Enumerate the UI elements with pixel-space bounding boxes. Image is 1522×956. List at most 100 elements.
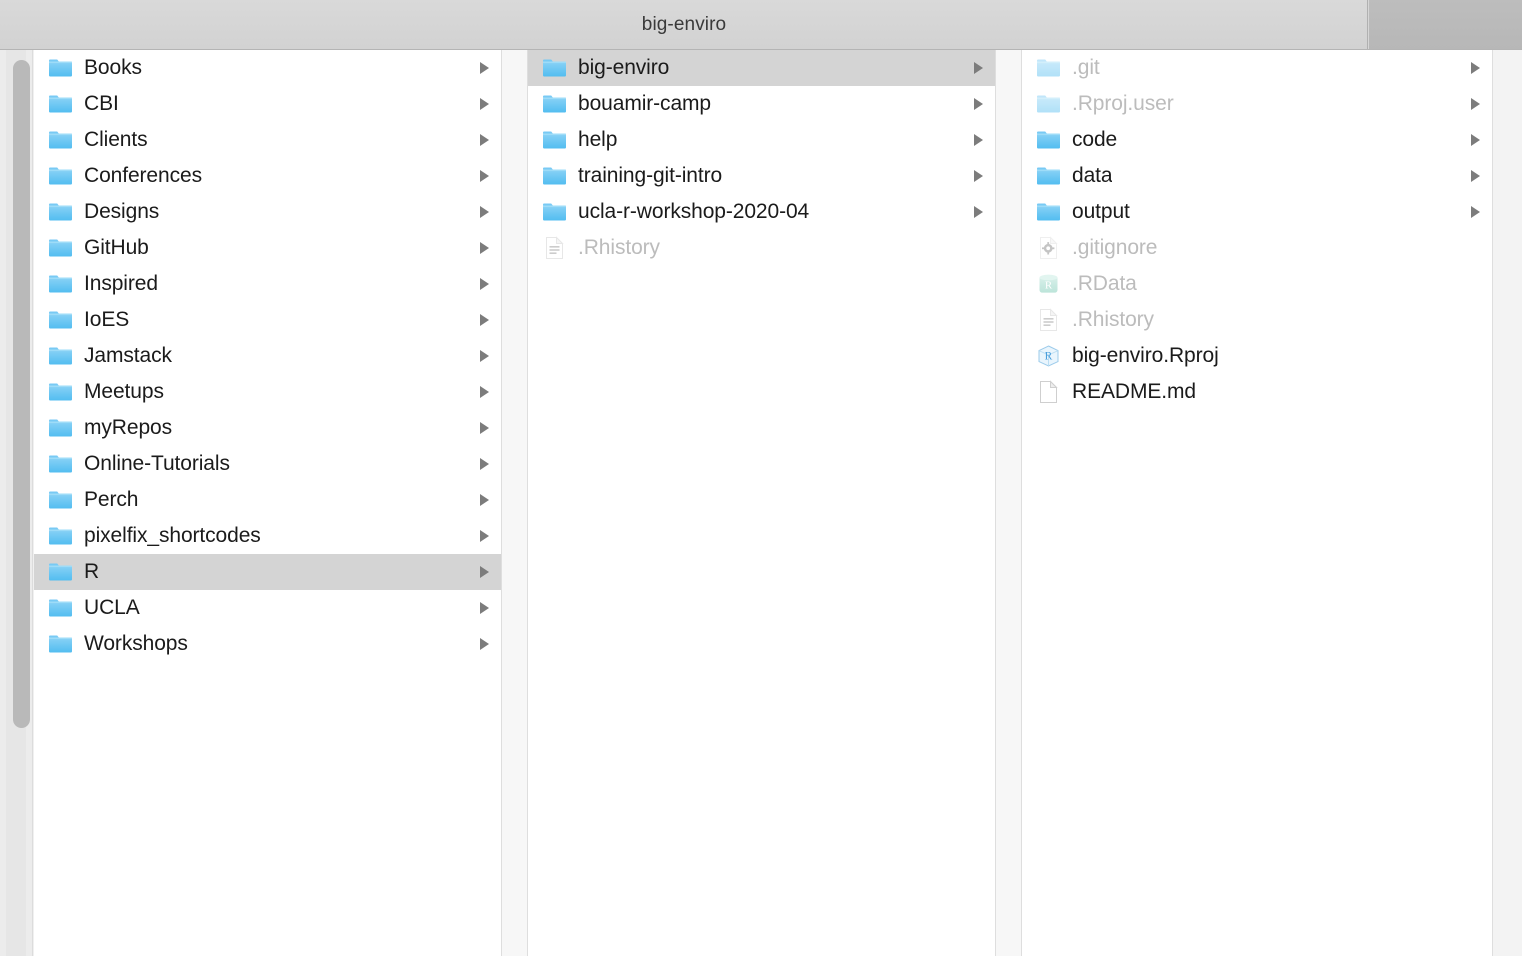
- folder-row[interactable]: pixelfix_shortcodes: [34, 518, 501, 554]
- folder-icon: [542, 200, 567, 224]
- folder-icon: [48, 128, 73, 152]
- folder-row[interactable]: Designs: [34, 194, 501, 230]
- disclosure-triangle-icon[interactable]: [480, 242, 489, 254]
- disclosure-triangle-icon[interactable]: [480, 134, 489, 146]
- column-divider-2[interactable]: [995, 50, 1022, 956]
- disclosure-triangle-icon[interactable]: [480, 638, 489, 650]
- item-label: .Rhistory: [1072, 308, 1154, 331]
- folder-row[interactable]: IoES: [34, 302, 501, 338]
- disclosure-triangle-icon[interactable]: [974, 98, 983, 110]
- column-view-container: Books CBI Clients Conferences Designs GitHub I…: [0, 50, 1522, 956]
- folder-row[interactable]: code: [1022, 122, 1492, 158]
- folder-row[interactable]: ucla-r-workshop-2020-04: [528, 194, 995, 230]
- file-row[interactable]: Rbig-enviro.Rproj: [1022, 338, 1492, 374]
- folder-row[interactable]: Jamstack: [34, 338, 501, 374]
- disclosure-triangle-icon[interactable]: [1471, 206, 1480, 218]
- folder-row[interactable]: bouamir-camp: [528, 86, 995, 122]
- file-row[interactable]: .Rhistory: [528, 230, 995, 266]
- folder-icon: [48, 488, 73, 512]
- column-divider-3[interactable]: [1492, 50, 1522, 956]
- folder-row[interactable]: R: [34, 554, 501, 590]
- folder-icon: [48, 596, 73, 620]
- folder-icon: [48, 56, 73, 80]
- disclosure-triangle-icon[interactable]: [1471, 170, 1480, 182]
- vertical-scrollbar-thumb[interactable]: [13, 60, 30, 728]
- folder-row[interactable]: Books: [34, 50, 501, 86]
- disclosure-triangle-icon[interactable]: [480, 206, 489, 218]
- column-divider-1[interactable]: [501, 50, 528, 956]
- disclosure-triangle-icon[interactable]: [480, 314, 489, 326]
- item-label: Books: [84, 56, 142, 79]
- vertical-scrollbar-track[interactable]: [6, 50, 30, 956]
- item-label: Conferences: [84, 164, 202, 187]
- folder-row[interactable]: big-enviro: [528, 50, 995, 86]
- disclosure-triangle-icon[interactable]: [480, 566, 489, 578]
- disclosure-triangle-icon[interactable]: [974, 62, 983, 74]
- item-label: R: [84, 560, 100, 583]
- folder-icon: [1036, 128, 1061, 152]
- item-label: Jamstack: [84, 344, 172, 367]
- disclosure-triangle-icon[interactable]: [480, 350, 489, 362]
- file-row[interactable]: README.md: [1022, 374, 1492, 410]
- window-titlebar: big-enviro: [0, 0, 1522, 50]
- folder-row[interactable]: Meetups: [34, 374, 501, 410]
- folder-icon: [48, 272, 73, 296]
- folder-row[interactable]: Conferences: [34, 158, 501, 194]
- item-label: code: [1072, 128, 1118, 151]
- finder-column-1[interactable]: Books CBI Clients Conferences Designs GitHub I…: [34, 50, 501, 956]
- disclosure-triangle-icon[interactable]: [480, 170, 489, 182]
- folder-icon: [48, 164, 73, 188]
- folder-row[interactable]: UCLA: [34, 590, 501, 626]
- disclosure-triangle-icon[interactable]: [480, 386, 489, 398]
- disclosure-triangle-icon[interactable]: [480, 62, 489, 74]
- folder-row[interactable]: .Rproj.user: [1022, 86, 1492, 122]
- file-row[interactable]: .gitignore: [1022, 230, 1492, 266]
- finder-column-3[interactable]: .git .Rproj.user code data output .gitignore R…: [1022, 50, 1492, 956]
- folder-row[interactable]: data: [1022, 158, 1492, 194]
- item-label: output: [1072, 200, 1130, 223]
- disclosure-triangle-icon[interactable]: [974, 170, 983, 182]
- folder-row[interactable]: .git: [1022, 50, 1492, 86]
- disclosure-triangle-icon[interactable]: [974, 206, 983, 218]
- folder-row[interactable]: GitHub: [34, 230, 501, 266]
- item-label: training-git-intro: [578, 164, 723, 187]
- folder-row[interactable]: help: [528, 122, 995, 158]
- item-label: pixelfix_shortcodes: [84, 524, 261, 547]
- disclosure-triangle-icon[interactable]: [1471, 98, 1480, 110]
- disclosure-triangle-icon[interactable]: [974, 134, 983, 146]
- item-label: myRepos: [84, 416, 172, 439]
- disclosure-triangle-icon[interactable]: [480, 494, 489, 506]
- file-row[interactable]: R .RData: [1022, 266, 1492, 302]
- folder-row[interactable]: training-git-intro: [528, 158, 995, 194]
- item-label: help: [578, 128, 618, 151]
- file-row[interactable]: .Rhistory: [1022, 302, 1492, 338]
- rdata-icon: R: [1036, 272, 1061, 296]
- folder-row[interactable]: Workshops: [34, 626, 501, 662]
- folder-row[interactable]: myRepos: [34, 410, 501, 446]
- disclosure-triangle-icon[interactable]: [480, 278, 489, 290]
- folder-icon: [1036, 92, 1061, 116]
- folder-row[interactable]: output: [1022, 194, 1492, 230]
- disclosure-triangle-icon[interactable]: [480, 98, 489, 110]
- titlebar-inactive-region[interactable]: [1369, 0, 1522, 49]
- item-label: UCLA: [84, 596, 140, 619]
- disclosure-triangle-icon[interactable]: [1471, 134, 1480, 146]
- disclosure-triangle-icon[interactable]: [480, 422, 489, 434]
- folder-row[interactable]: Online-Tutorials: [34, 446, 501, 482]
- item-label: .Rhistory: [578, 236, 660, 259]
- finder-column-2[interactable]: big-enviro bouamir-camp help training-git-i…: [528, 50, 995, 956]
- item-label: Clients: [84, 128, 148, 151]
- disclosure-triangle-icon[interactable]: [480, 530, 489, 542]
- item-label: GitHub: [84, 236, 149, 259]
- disclosure-triangle-icon[interactable]: [480, 458, 489, 470]
- blank-document-icon: [1036, 380, 1061, 404]
- folder-row[interactable]: Clients: [34, 122, 501, 158]
- disclosure-triangle-icon[interactable]: [480, 602, 489, 614]
- titlebar-active-region[interactable]: big-enviro: [0, 0, 1368, 49]
- disclosure-triangle-icon[interactable]: [1471, 62, 1480, 74]
- folder-row[interactable]: CBI: [34, 86, 501, 122]
- text-document-icon: [542, 236, 567, 260]
- folder-row[interactable]: Perch: [34, 482, 501, 518]
- folder-row[interactable]: Inspired: [34, 266, 501, 302]
- folder-icon: [542, 164, 567, 188]
